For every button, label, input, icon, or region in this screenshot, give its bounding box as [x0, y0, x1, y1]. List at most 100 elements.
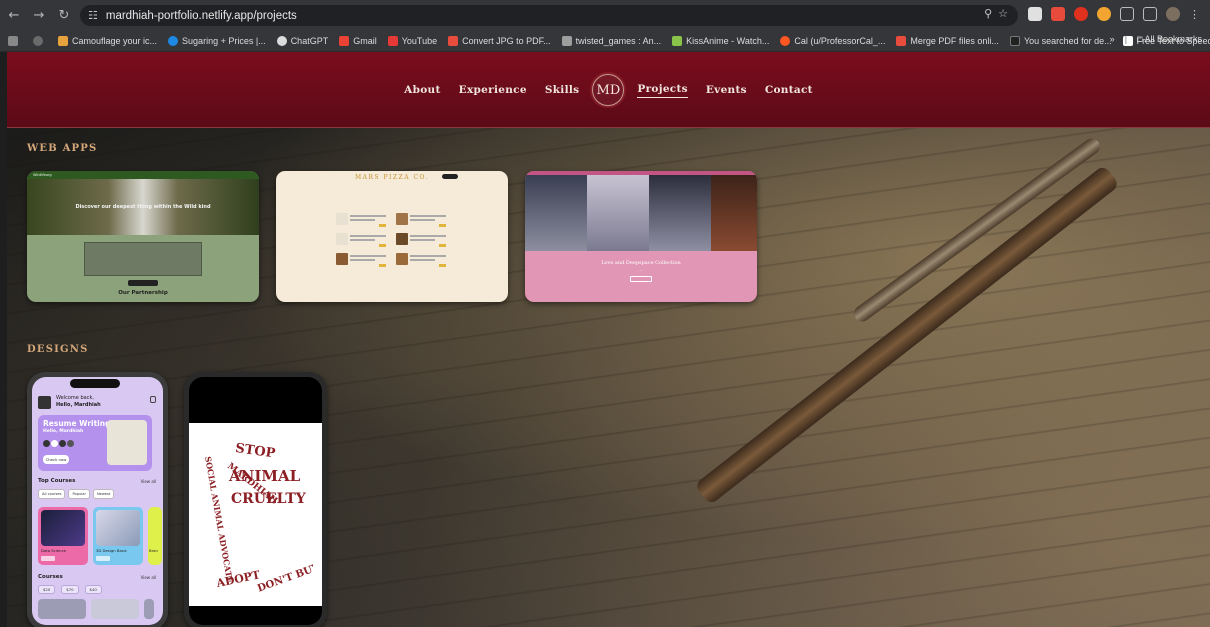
- nav-contact[interactable]: Contact: [765, 84, 813, 96]
- resume-card-title: Resume Writing: [43, 419, 111, 428]
- menu-grid: [336, 213, 446, 267]
- card-pill: [442, 174, 458, 179]
- course-tile: Data Science: [38, 507, 88, 565]
- resume-card-subtitle: Hello, Mardhiah: [43, 429, 84, 434]
- apps-grid-icon[interactable]: [8, 35, 22, 46]
- bookmark-item[interactable]: YouTube: [387, 35, 437, 46]
- nav-about[interactable]: About: [404, 84, 440, 96]
- check-now-button: Check now: [43, 455, 69, 464]
- bell-icon: [150, 396, 156, 403]
- bookmark-item[interactable]: Camouflage your ic...: [58, 35, 157, 46]
- bookmark-item[interactable]: Cal (u/ProfessorCal_...: [780, 35, 885, 46]
- card-title: Love and Deepspace Collection: [601, 260, 681, 266]
- divider: |: [1124, 34, 1128, 44]
- card-subtitle: —: [639, 268, 643, 272]
- site-header: About Experience Skills MD Projects Even…: [7, 52, 1210, 128]
- card-gallery: [525, 175, 757, 251]
- nav-events[interactable]: Events: [706, 84, 747, 96]
- back-arrow-icon[interactable]: ←: [3, 4, 25, 26]
- stat-pill: $70: [61, 585, 79, 594]
- project-card-wildlife[interactable]: Wildlifeorg Discover our deepest thing w…: [27, 171, 259, 302]
- card-cta: [128, 280, 158, 286]
- menu-item: [336, 233, 386, 247]
- chip: Popular: [68, 489, 90, 499]
- top-courses-heading: Top Courses: [38, 478, 76, 484]
- courses-heading: Courses: [38, 574, 63, 580]
- gallery-image: [587, 175, 649, 251]
- card-button: [630, 276, 652, 282]
- card-text-panel: [84, 242, 202, 276]
- browser-toolbar: ← → ↻ ☷ mardhiah-portfolio.netlify.app/p…: [0, 0, 1210, 30]
- gallery-image: [649, 175, 711, 251]
- course-tile-label: Bran: [149, 548, 158, 553]
- card-brand: Wildlifeorg: [33, 173, 52, 177]
- bookmark-item[interactable]: Convert JPG to PDF...: [448, 35, 551, 46]
- design-card-animal-poster[interactable]: STOP ANIMAL CRUELTY SOCIAL ANIMAL ADVOCA…: [184, 372, 327, 627]
- bookmark-item[interactable]: twisted_games : An...: [561, 35, 661, 46]
- phone-screen: Welcome back, Hello, Mardhiah Resume Wri…: [32, 377, 163, 625]
- forward-arrow-icon[interactable]: →: [28, 4, 50, 26]
- gallery-image: [711, 175, 757, 251]
- menu-item: [336, 253, 386, 267]
- project-card-pizza[interactable]: MARS PIZZA CO.: [276, 171, 508, 302]
- menu-kebab-icon[interactable]: ⋮: [1189, 8, 1200, 21]
- chrome-icon[interactable]: [33, 35, 47, 46]
- resume-card: Resume Writing Hello, Mardhiah Check now: [38, 415, 152, 471]
- card-hero-text: Discover our deepest thing within the Wi…: [75, 204, 211, 210]
- stat-pill: $20: [38, 585, 56, 594]
- bookmark-item[interactable]: You searched for de...: [1009, 35, 1112, 46]
- main-nav: About Experience Skills MD Projects Even…: [7, 52, 1210, 128]
- resume-card-image: [107, 420, 147, 465]
- view-all-link: View all: [140, 575, 156, 580]
- card-hero: Discover our deepest thing within the Wi…: [27, 179, 259, 235]
- menu-item: [396, 213, 446, 227]
- site-info-icon[interactable]: ☷: [88, 9, 98, 22]
- all-bookmarks-label: All Bookmarks: [1144, 34, 1202, 44]
- course-tiles: Data Science 3D Design Basic Bran: [38, 507, 162, 565]
- phone-notch: [70, 379, 120, 388]
- profile-avatar[interactable]: [1166, 7, 1180, 21]
- price-stats: $20 $70 $40: [38, 585, 102, 594]
- nav-experience[interactable]: Experience: [459, 84, 527, 96]
- extension-icon[interactable]: [1074, 7, 1088, 21]
- menu-item: [336, 213, 386, 227]
- url-text: mardhiah-portfolio.netlify.app/projects: [105, 9, 297, 22]
- avatar-stack: [43, 440, 74, 447]
- more-bookmarks-button[interactable]: »: [1110, 34, 1115, 44]
- project-card-deepspace[interactable]: Love and Deepspace Collection —: [525, 171, 757, 302]
- reading-list-icon[interactable]: [1143, 7, 1157, 21]
- course-tile-label: 3D Design Basic: [96, 548, 127, 553]
- nav-skills[interactable]: Skills: [545, 84, 580, 96]
- zoom-icon[interactable]: ⚲: [984, 7, 992, 20]
- section-title-designs: DESIGNS: [27, 344, 89, 355]
- poster-line: ADOPT: [214, 568, 262, 590]
- site-logo[interactable]: MD: [592, 74, 625, 106]
- card-navbar: Wildlifeorg: [27, 171, 259, 179]
- extension-icon[interactable]: [1051, 7, 1065, 21]
- nav-projects[interactable]: Projects: [637, 83, 688, 98]
- card-title: MARS PIZZA CO.: [354, 174, 430, 181]
- puzzle-icon[interactable]: [1120, 7, 1134, 21]
- bookmark-star-icon[interactable]: ☆: [998, 7, 1008, 20]
- menu-item: [396, 233, 446, 247]
- portfolio-page: About Experience Skills MD Projects Even…: [7, 52, 1210, 627]
- reload-icon[interactable]: ↻: [53, 4, 75, 26]
- course-tile-label: Data Science: [41, 548, 66, 553]
- address-bar[interactable]: ☷ mardhiah-portfolio.netlify.app/project…: [80, 5, 1018, 26]
- card-caption: Our Partnership: [118, 290, 168, 296]
- stat-pill: $40: [84, 585, 102, 594]
- extension-icon[interactable]: [1097, 7, 1111, 21]
- chip: All courses: [38, 489, 66, 499]
- bookmark-item[interactable]: Sugaring + Prices |...: [168, 35, 266, 46]
- bookmark-item[interactable]: ChatGPT: [276, 35, 328, 46]
- design-card-course-app[interactable]: Welcome back, Hello, Mardhiah Resume Wri…: [27, 372, 168, 627]
- avatar: [38, 396, 51, 409]
- bookmark-item[interactable]: Merge PDF files onli...: [896, 35, 999, 46]
- course-tile: Bran: [148, 507, 162, 565]
- bookmark-item[interactable]: KissAnime - Watch...: [672, 35, 769, 46]
- extension-icon[interactable]: [1028, 7, 1042, 21]
- phone-screen: STOP ANIMAL CRUELTY SOCIAL ANIMAL ADVOCA…: [189, 377, 322, 625]
- all-bookmarks-button[interactable]: □ All Bookmarks: [1137, 34, 1202, 44]
- course-tile: 3D Design Basic: [93, 507, 143, 565]
- bookmark-item[interactable]: Gmail: [339, 35, 377, 46]
